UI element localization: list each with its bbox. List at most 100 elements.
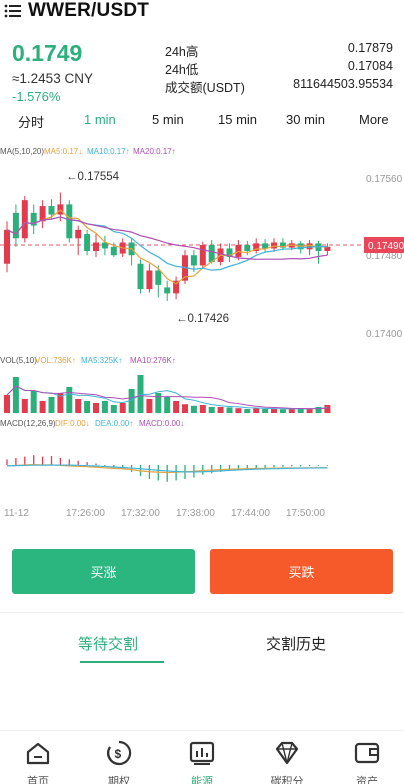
volume-bar	[155, 393, 162, 413]
pair-title[interactable]: WWER/USDT	[28, 0, 149, 22]
candle-body	[21, 200, 28, 239]
nav-label: 能源	[191, 776, 213, 784]
vol-ma5-legend: MA5:325K↑	[81, 356, 122, 365]
volume-bar	[226, 407, 233, 413]
nav-options[interactable]: $ 期权	[84, 739, 154, 784]
stat-turnover: 成交额(USDT) 811644503.95534	[165, 77, 393, 95]
current-price-tag-text: 0.17490	[368, 241, 404, 252]
candle-body	[75, 229, 82, 239]
volume-bar	[48, 397, 55, 413]
volume-bar	[208, 407, 215, 413]
dif-legend: DIF:0.00↓	[55, 419, 90, 428]
tab-timeline[interactable]: 分时	[18, 112, 44, 131]
kline-chart[interactable]: MA(5,10,20) MA5:0.17↓ MA10:0.17↑ MA20:0.…	[0, 140, 404, 525]
interval-tabs: 分时 1 min 5 min 15 min 30 min More	[0, 112, 404, 132]
ma5-line	[6, 209, 328, 285]
nav-energy[interactable]: 能源	[167, 739, 237, 784]
low-marker: ←0.17426	[176, 313, 229, 325]
volume-bar	[173, 401, 180, 413]
ticker-stats: 24h高 0.17879 24h低 0.17084 成交额(USDT) 8116…	[165, 41, 393, 95]
nav-home[interactable]: 首页	[3, 739, 73, 784]
nav-carbon-points[interactable]: 碳积分	[252, 739, 322, 784]
vol-legend-prefix: VOL(5,10)	[0, 356, 37, 365]
tab-more[interactable]: More	[359, 112, 389, 127]
volume-bar	[39, 401, 46, 413]
time-axis-label: 17:50:00	[286, 508, 325, 519]
volume-bar	[271, 409, 277, 413]
nav-label: 资产	[356, 776, 378, 784]
candle-body	[84, 234, 91, 251]
volume-bar	[146, 399, 153, 413]
tab-5min[interactable]: 5 min	[152, 112, 184, 127]
price-axis-label: 0.17560	[366, 174, 403, 185]
candle-body	[93, 242, 99, 251]
ma-lines-group	[6, 209, 328, 285]
volume-bar	[324, 405, 331, 413]
nav-assets[interactable]: 资产	[332, 739, 402, 784]
svg-text:$: $	[115, 747, 122, 761]
volume-bar	[4, 395, 10, 413]
menu-icon[interactable]	[4, 2, 22, 20]
volume-bar	[30, 391, 37, 413]
chart-icon	[189, 741, 215, 765]
volume-bar	[199, 405, 206, 413]
candle-body	[190, 255, 197, 266]
dea-legend: DEA:0.00↑	[95, 419, 133, 428]
candle-body	[146, 270, 153, 290]
high-marker: ←0.17554	[66, 171, 120, 183]
cny-price: ≈1.2453 CNY	[12, 71, 93, 86]
volume-bar	[66, 387, 73, 413]
volume-bar	[101, 401, 108, 413]
stat-label: 24h低	[165, 63, 199, 77]
last-price: 0.1749	[12, 40, 83, 66]
candle-body	[155, 270, 162, 285]
candle-body	[110, 246, 117, 256]
active-tab-indicator	[80, 661, 164, 663]
volume-bar	[164, 397, 171, 413]
macd-legend: MACD:0.00↓	[139, 419, 184, 428]
volume-bar	[306, 409, 313, 413]
volume-bar	[253, 408, 260, 413]
stat-value: 0.17879	[347, 41, 393, 55]
tab-delivery-history[interactable]: 交割历史	[266, 633, 326, 654]
volume-bar	[235, 408, 242, 413]
kline-chart-svg[interactable]: MA(5,10,20) MA5:0.17↓ MA10:0.17↑ MA20:0.…	[0, 140, 404, 525]
stat-value: 811644503.95534	[293, 77, 393, 91]
change-percent: -1.576%	[12, 89, 61, 104]
candle-body	[48, 206, 55, 215]
stat-label: 成交额(USDT)	[165, 81, 245, 95]
tab-pending-delivery[interactable]: 等待交割	[78, 633, 138, 654]
tab-30min[interactable]: 30 min	[286, 112, 325, 127]
candle-body	[164, 287, 171, 294]
volume-bar	[217, 407, 224, 413]
candle-body	[4, 229, 10, 264]
tab-1min[interactable]: 1 min	[84, 112, 116, 127]
time-axis-label: 17:44:00	[231, 508, 270, 519]
dollar-cycle-icon: $	[106, 740, 132, 766]
nav-label: 期权	[108, 776, 130, 784]
volume-bar	[262, 409, 269, 413]
stat-label: 24h高	[165, 45, 199, 59]
candle-body	[199, 245, 206, 266]
ma5-legend: MA5:0.17↓	[44, 147, 82, 156]
volume-bar	[119, 403, 126, 413]
volume-bar	[137, 375, 144, 413]
ma20-legend: MA20:0.17↑	[133, 147, 176, 156]
candle-body	[137, 263, 144, 290]
tab-15min[interactable]: 15 min	[218, 112, 257, 127]
ma10-legend: MA10:0.17↑	[87, 147, 130, 156]
nav-label: 首页	[27, 776, 49, 784]
buy-up-button[interactable]: 买涨	[12, 549, 195, 594]
ma20-line	[6, 216, 328, 260]
stat-high: 24h高 0.17879	[165, 41, 393, 59]
vol-legend: VOL:736K↑	[35, 356, 76, 365]
macd-legend-prefix: MACD(12,26,9)	[0, 419, 56, 428]
ma-legend-prefix: MA(5,10,20)	[0, 147, 44, 156]
candle-body	[306, 243, 313, 250]
time-axis-label: 17:26:00	[66, 508, 105, 519]
candle-body	[244, 245, 251, 251]
volume-bar	[279, 409, 286, 413]
time-axis-label: 17:32:00	[121, 508, 160, 519]
buy-down-button[interactable]: 买跌	[210, 549, 393, 594]
volume-bar	[21, 399, 28, 413]
